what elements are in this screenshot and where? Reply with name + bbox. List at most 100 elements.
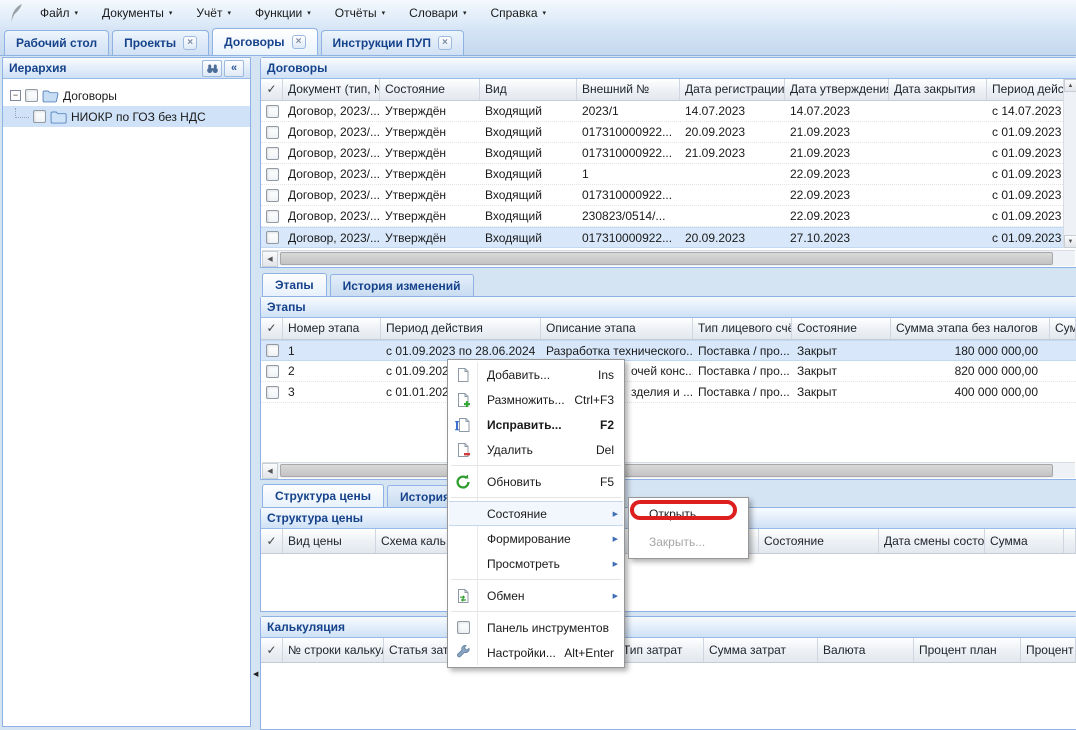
column-header[interactable]: Период действия: [381, 318, 541, 339]
splitter-collapse-icon[interactable]: ◀: [253, 670, 258, 678]
row-checkbox[interactable]: [266, 365, 279, 378]
menu-functions[interactable]: Функции▾: [243, 6, 323, 20]
column-header[interactable]: Сумма: [1050, 318, 1076, 339]
scroll-down-icon[interactable]: ▼: [1064, 235, 1076, 248]
column-header[interactable]: Внешний №: [577, 79, 680, 100]
search-button[interactable]: [202, 60, 222, 77]
horizontal-scrollbar[interactable]: ◀: [262, 462, 1075, 478]
column-header[interactable]: Номер этапа: [283, 318, 381, 339]
menu-item-refresh[interactable]: Обновить F5: [449, 469, 623, 494]
column-header[interactable]: Описание этапа: [541, 318, 693, 339]
column-header[interactable]: Сумма этапа без налогов: [891, 318, 1050, 339]
row-checkbox[interactable]: [266, 344, 279, 357]
tree-checkbox[interactable]: [33, 110, 46, 123]
tab-contracts[interactable]: Договоры×: [212, 28, 317, 55]
submenu-item-close[interactable]: Закрыть...: [629, 528, 748, 556]
row-checkbox[interactable]: [266, 231, 279, 244]
row-checkbox[interactable]: [266, 105, 279, 118]
tab-projects[interactable]: Проекты×: [112, 30, 209, 55]
column-header[interactable]: Валюта: [818, 638, 914, 662]
tab-desktop[interactable]: Рабочий стол: [4, 30, 109, 55]
row-checkbox[interactable]: [266, 147, 279, 160]
menu-item-settings[interactable]: Настройки... Alt+Enter: [449, 640, 623, 665]
tab-price-structure[interactable]: Структура цены: [262, 484, 384, 507]
tab-close-icon[interactable]: ×: [183, 36, 197, 50]
table-row[interactable]: Договор, 2023/... Утверждён Входящий 017…: [261, 122, 1063, 143]
tree-item-niokr[interactable]: НИОКР по ГОЗ без НДС: [3, 106, 250, 127]
menu-item-add[interactable]: Добавить... Ins: [449, 362, 623, 387]
column-header[interactable]: № строки калькул: [283, 638, 384, 662]
column-header[interactable]: Тип лицевого счёт: [693, 318, 792, 339]
table-row[interactable]: 3 с 01.01.202 зделия и ... Поставка / пр…: [261, 382, 1076, 403]
scroll-up-icon[interactable]: ▲: [1064, 79, 1076, 92]
menu-dictionaries[interactable]: Словари▾: [397, 6, 478, 20]
column-header[interactable]: Процент ф: [1021, 638, 1076, 662]
column-header[interactable]: Сумма затрат: [704, 638, 818, 662]
table-row[interactable]: Договор, 2023/... Утверждён Входящий 230…: [261, 206, 1063, 227]
scrollbar-thumb[interactable]: [280, 252, 1053, 265]
tab-close-icon[interactable]: ×: [438, 36, 452, 50]
splitter[interactable]: ◀: [252, 57, 260, 729]
menu-item-edit[interactable]: Исправить... F2: [449, 412, 623, 437]
column-header[interactable]: [1064, 529, 1076, 553]
select-all-header[interactable]: ✓: [261, 529, 283, 553]
horizontal-scrollbar[interactable]: ◀: [262, 250, 1075, 266]
table-row-selected[interactable]: Договор, 2023/... Утверждён Входящий 017…: [261, 227, 1063, 248]
column-header[interactable]: Дата регистрации.: [680, 79, 785, 100]
scrollbar-thumb[interactable]: [280, 464, 1053, 477]
tab-close-icon[interactable]: ×: [292, 35, 306, 49]
row-checkbox[interactable]: [266, 168, 279, 181]
table-row[interactable]: Договор, 2023/... Утверждён Входящий 202…: [261, 101, 1063, 122]
menu-item-toolbar-toggle[interactable]: Панель инструментов: [449, 615, 623, 640]
column-header[interactable]: Документ (тип, №: [283, 79, 380, 100]
menu-item-exchange[interactable]: Обмен ▶: [449, 583, 623, 608]
column-header[interactable]: Вид цены: [283, 529, 376, 553]
context-menu: Добавить... Ins Размножить... Ctrl+F3 Ис…: [447, 359, 625, 668]
menu-documents[interactable]: Документы▾: [90, 6, 184, 20]
column-header[interactable]: Тип затрат: [618, 638, 704, 662]
row-checkbox[interactable]: [266, 386, 279, 399]
column-header[interactable]: Состояние: [792, 318, 891, 339]
table-row[interactable]: Договор, 2023/... Утверждён Входящий 1 2…: [261, 164, 1063, 185]
tab-pup-instructions[interactable]: Инструкции ПУП×: [321, 30, 464, 55]
column-header[interactable]: Состояние: [380, 79, 480, 100]
panel-title: Калькуляция: [267, 620, 345, 634]
menu-accounting[interactable]: Учёт▾: [184, 6, 243, 20]
tab-change-history[interactable]: История изменений: [330, 274, 474, 296]
menu-shortcut: Ins: [598, 368, 623, 382]
menu-item-state[interactable]: Состояние ▶: [449, 501, 623, 526]
table-row[interactable]: Договор, 2023/... Утверждён Входящий 017…: [261, 143, 1063, 164]
tab-stages[interactable]: Этапы: [262, 273, 327, 296]
submenu-item-open[interactable]: Открыть...: [629, 500, 748, 528]
collapse-panel-button[interactable]: «: [224, 60, 244, 77]
scroll-left-icon[interactable]: ◀: [262, 463, 278, 479]
select-all-header[interactable]: ✓: [261, 79, 283, 100]
column-header[interactable]: Вид: [480, 79, 577, 100]
table-row[interactable]: 2 с 01.09.202 очей конс... Поставка / пр…: [261, 361, 1076, 382]
menu-item-view[interactable]: Просмотреть ▶: [449, 551, 623, 576]
column-header[interactable]: Состояние: [759, 529, 879, 553]
menu-item-duplicate[interactable]: Размножить... Ctrl+F3: [449, 387, 623, 412]
menu-file[interactable]: Файл▾: [28, 6, 90, 20]
menu-reports[interactable]: Отчёты▾: [323, 6, 397, 20]
vertical-scrollbar[interactable]: ▲ ▼: [1063, 79, 1076, 248]
select-all-header[interactable]: ✓: [261, 638, 283, 662]
table-row-selected[interactable]: 1 с 01.09.2023 по 28.06.2024 Разработка …: [261, 340, 1076, 361]
scroll-left-icon[interactable]: ◀: [262, 251, 278, 267]
table-row[interactable]: Договор, 2023/... Утверждён Входящий 017…: [261, 185, 1063, 206]
column-header[interactable]: Сумма: [985, 529, 1064, 553]
menu-help[interactable]: Справка▾: [478, 6, 558, 20]
row-checkbox[interactable]: [266, 189, 279, 202]
menu-item-delete[interactable]: Удалить Del: [449, 437, 623, 462]
column-header[interactable]: Дата утверждения: [785, 79, 889, 100]
row-checkbox[interactable]: [266, 126, 279, 139]
select-all-header[interactable]: ✓: [261, 318, 283, 339]
column-header[interactable]: Процент план: [914, 638, 1021, 662]
tree-checkbox[interactable]: [25, 89, 38, 102]
column-header[interactable]: Дата закрытия: [889, 79, 987, 100]
tree-collapse-icon[interactable]: −: [10, 90, 21, 101]
row-checkbox[interactable]: [266, 210, 279, 223]
menu-item-formation[interactable]: Формирование ▶: [449, 526, 623, 551]
tree-item-contracts[interactable]: − Договоры: [3, 85, 250, 106]
column-header[interactable]: Дата смены состоя: [879, 529, 985, 553]
